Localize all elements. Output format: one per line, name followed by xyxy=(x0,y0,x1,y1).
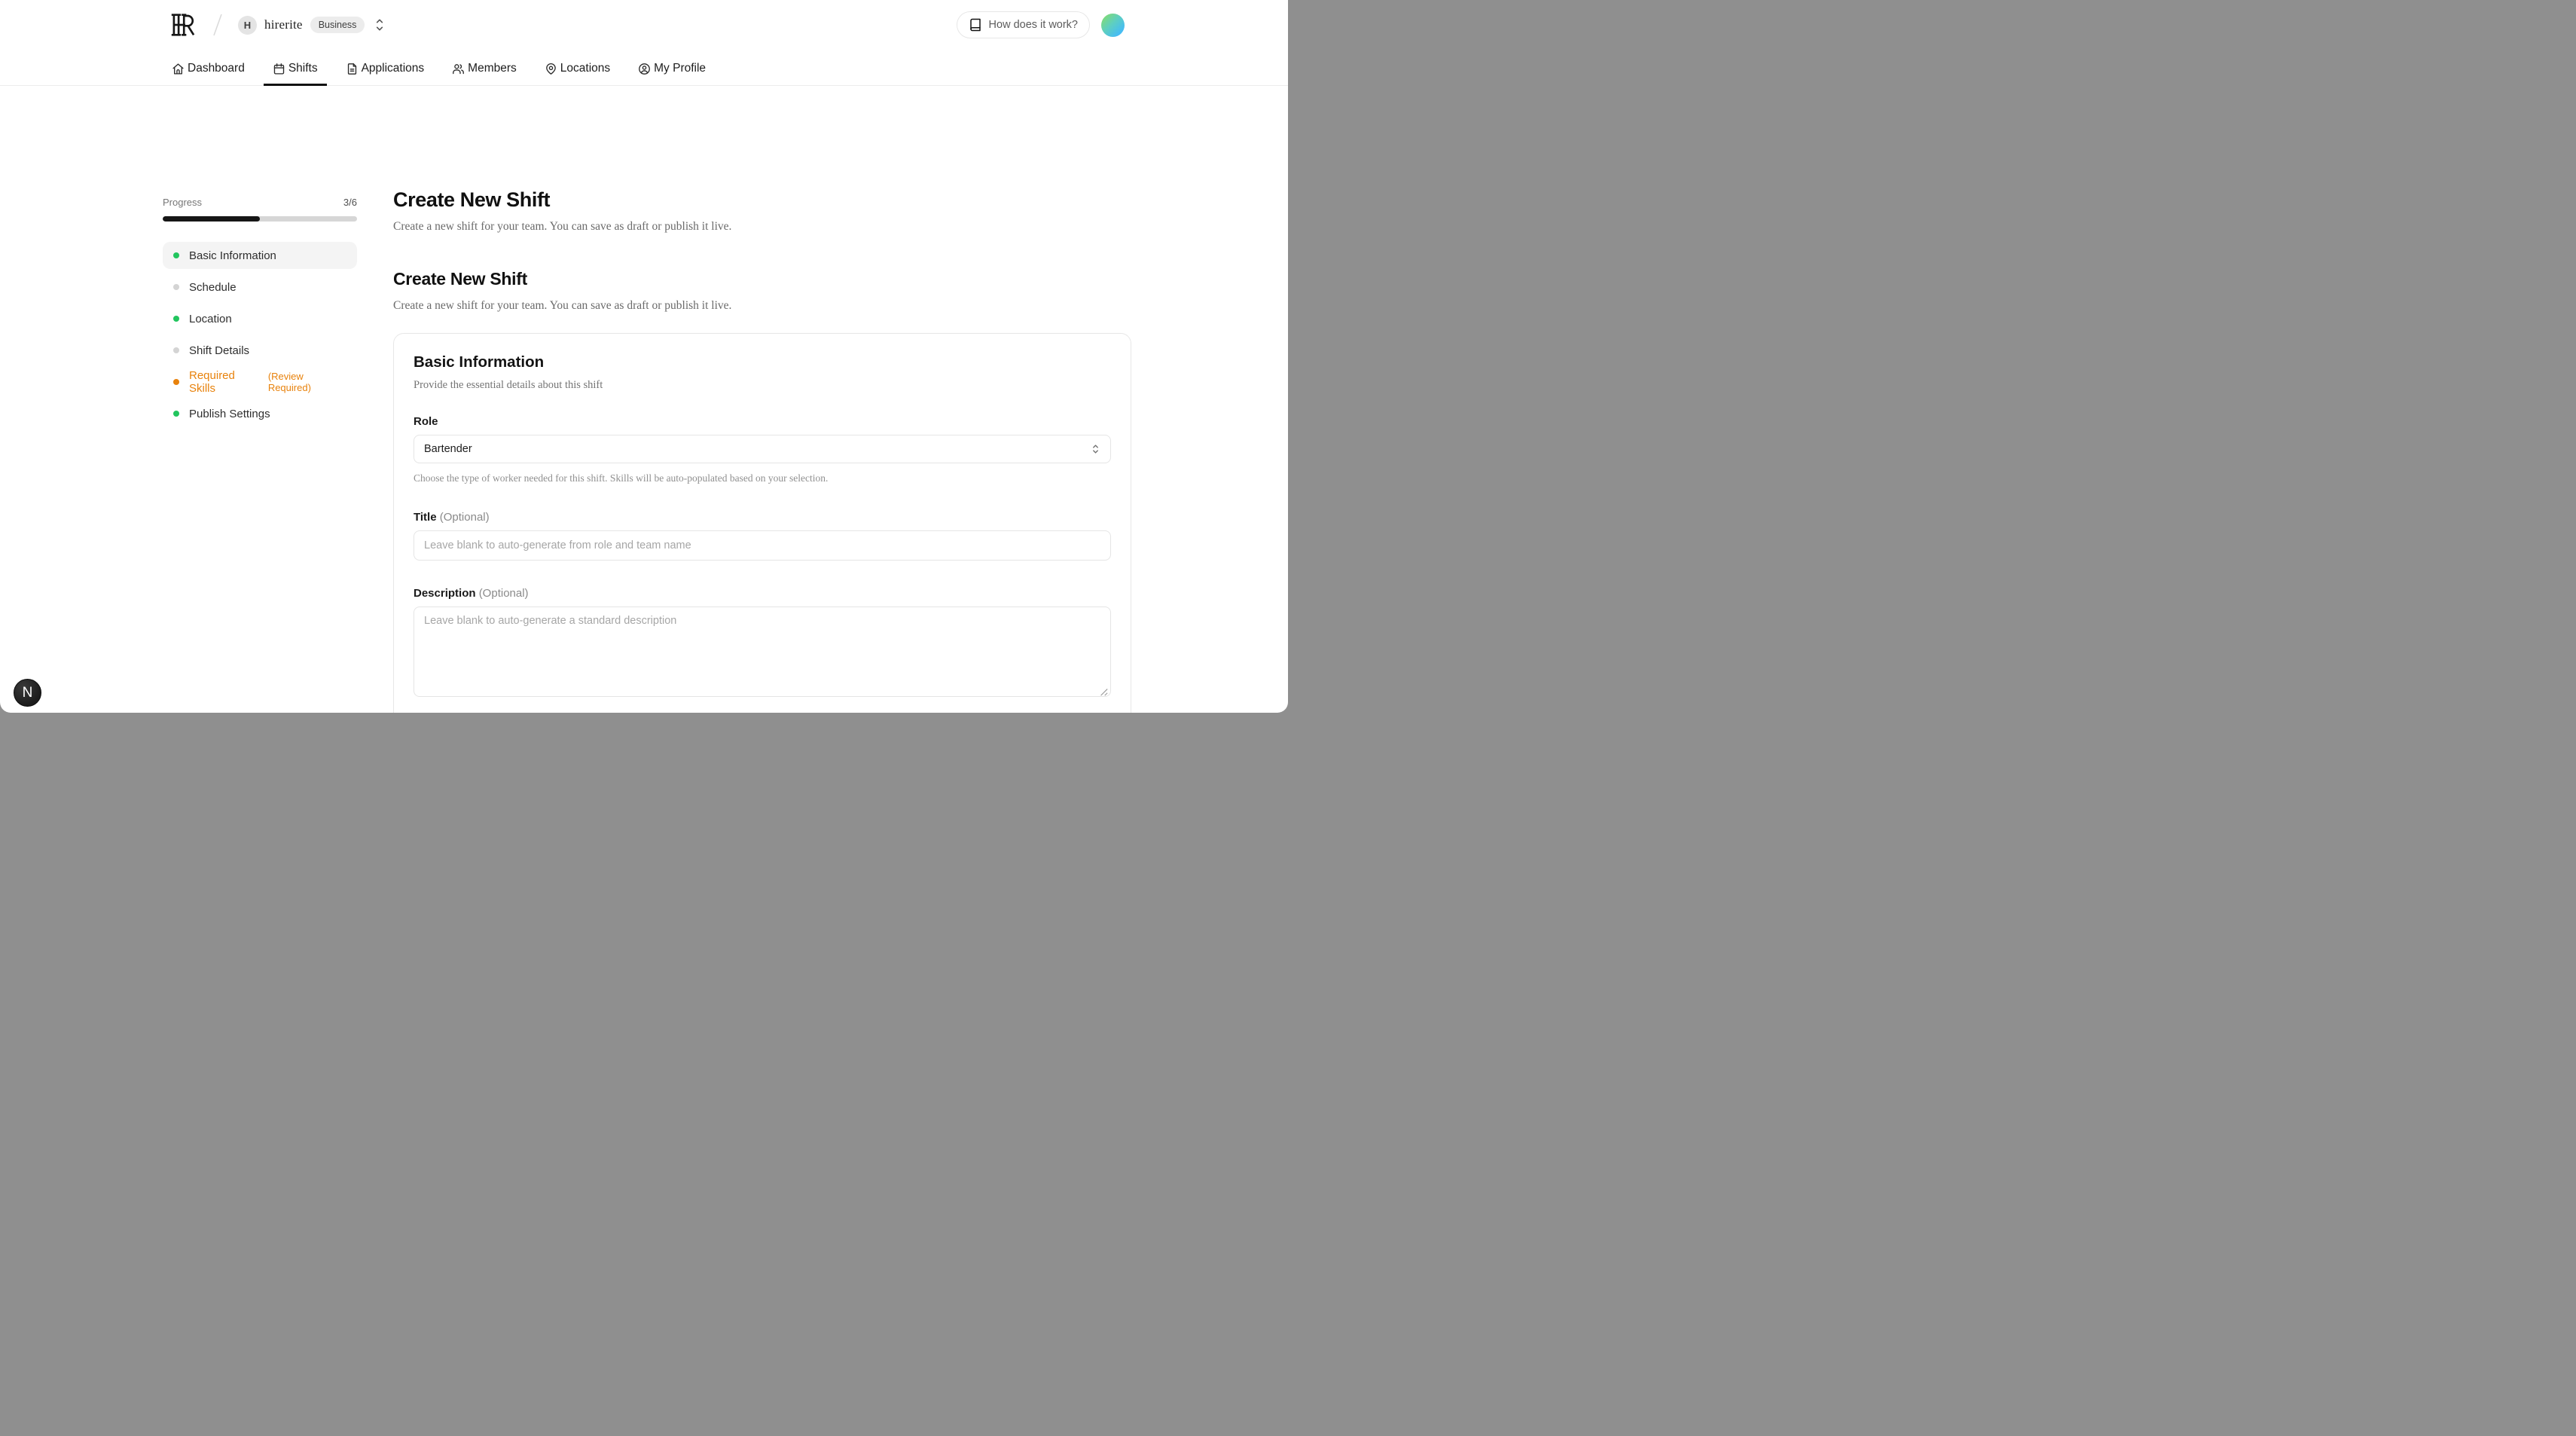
step-label: Schedule xyxy=(189,281,237,294)
nav-tab-label: Applications xyxy=(362,62,425,75)
nav-tab-dashboard[interactable]: Dashboard xyxy=(163,52,254,85)
progress-count: 3/6 xyxy=(343,197,357,208)
role-select-value: Bartender xyxy=(424,443,472,455)
user-circle-icon xyxy=(638,63,651,75)
page-title: Create New Shift xyxy=(393,188,1131,212)
org-type-badge: Business xyxy=(310,17,365,34)
book-icon xyxy=(969,18,982,32)
wizard-sidebar: Progress 3/6 Basic Information Schedule xyxy=(163,197,357,432)
step-location[interactable]: Location xyxy=(163,305,357,332)
step-schedule[interactable]: Schedule xyxy=(163,273,357,301)
progress-bar xyxy=(163,216,357,222)
role-helper-text: Choose the type of worker needed for thi… xyxy=(414,472,1111,484)
nav-tab-applications[interactable]: Applications xyxy=(337,52,434,85)
main-panel: Create New Shift Create a new shift for … xyxy=(393,188,1131,713)
step-review-required-note: (Review Required) xyxy=(268,371,346,393)
basic-information-card: Basic Information Provide the essential … xyxy=(393,333,1131,713)
nav-tab-label: Shifts xyxy=(288,62,318,75)
header-top-row: H hirerite Business xyxy=(169,9,386,41)
step-status-dot xyxy=(173,411,179,417)
home-icon xyxy=(172,63,185,75)
breadcrumb-separator xyxy=(212,13,223,37)
page-subtitle: Create a new shift for your team. You ca… xyxy=(393,220,1131,234)
nav-tab-label: Locations xyxy=(560,62,610,75)
app-header: H hirerite Business xyxy=(0,0,1288,86)
how-it-works-label: How does it work? xyxy=(989,19,1078,31)
calendar-icon xyxy=(273,63,285,75)
title-label: Title (Optional) xyxy=(414,511,1111,524)
description-field-wrap xyxy=(414,606,1111,701)
nav-tab-label: My Profile xyxy=(654,62,706,75)
chevrons-updown-icon xyxy=(1091,442,1100,456)
step-status-dot xyxy=(173,252,179,258)
step-label: Basic Information xyxy=(189,249,276,262)
section-title: Create New Shift xyxy=(393,269,1131,289)
description-label: Description (Optional) xyxy=(414,587,1111,600)
hirerite-logo-icon[interactable] xyxy=(169,13,196,37)
card-subtitle: Provide the essential details about this… xyxy=(414,379,1111,392)
nav-tab-shifts[interactable]: Shifts xyxy=(264,52,327,85)
org-switcher[interactable]: H hirerite Business xyxy=(238,16,386,35)
step-status-dot xyxy=(173,347,179,353)
step-status-dot xyxy=(173,316,179,322)
app-page: H hirerite Business xyxy=(0,0,1288,713)
section-subtitle: Create a new shift for your team. You ca… xyxy=(393,299,1131,313)
role-select[interactable]: Bartender xyxy=(414,435,1111,463)
step-label: Shift Details xyxy=(189,344,249,357)
nav-tab-label: Members xyxy=(468,62,517,75)
step-status-dot xyxy=(173,284,179,290)
wizard-steps: Basic Information Schedule Location Shif… xyxy=(163,242,357,427)
description-textarea[interactable] xyxy=(414,606,1111,697)
browser-viewport: H hirerite Business xyxy=(0,0,1288,718)
user-avatar[interactable] xyxy=(1101,14,1125,37)
resize-handle[interactable] xyxy=(1099,687,1108,696)
header-right-group: How does it work? xyxy=(957,11,1125,38)
card-title: Basic Information xyxy=(414,353,1111,371)
nav-tab-members[interactable]: Members xyxy=(443,52,526,85)
primary-nav: Dashboard Shifts xyxy=(163,52,715,85)
org-avatar: H xyxy=(238,16,257,35)
title-input[interactable] xyxy=(414,530,1111,561)
step-label: Required Skills xyxy=(189,369,262,395)
progress-fill xyxy=(163,216,260,222)
file-text-icon xyxy=(346,63,359,75)
step-basic-information[interactable]: Basic Information xyxy=(163,242,357,269)
step-label: Publish Settings xyxy=(189,408,270,420)
org-name: hirerite xyxy=(264,17,303,32)
progress-header: Progress 3/6 xyxy=(163,197,357,208)
progress-label: Progress xyxy=(163,197,202,208)
map-pin-icon xyxy=(545,63,557,75)
step-required-skills[interactable]: Required Skills (Review Required) xyxy=(163,368,357,396)
role-label: Role xyxy=(414,415,1111,428)
nav-tab-label: Dashboard xyxy=(188,62,245,75)
dev-tools-badge[interactable]: N xyxy=(14,679,41,707)
chevrons-updown-icon[interactable] xyxy=(374,17,386,33)
nav-tab-my-profile[interactable]: My Profile xyxy=(629,52,715,85)
step-label: Location xyxy=(189,313,232,325)
nav-tab-locations[interactable]: Locations xyxy=(536,52,619,85)
how-it-works-button[interactable]: How does it work? xyxy=(957,11,1090,38)
users-icon xyxy=(452,63,465,75)
step-status-dot xyxy=(173,379,179,385)
step-shift-details[interactable]: Shift Details xyxy=(163,337,357,364)
step-publish-settings[interactable]: Publish Settings xyxy=(163,400,357,427)
